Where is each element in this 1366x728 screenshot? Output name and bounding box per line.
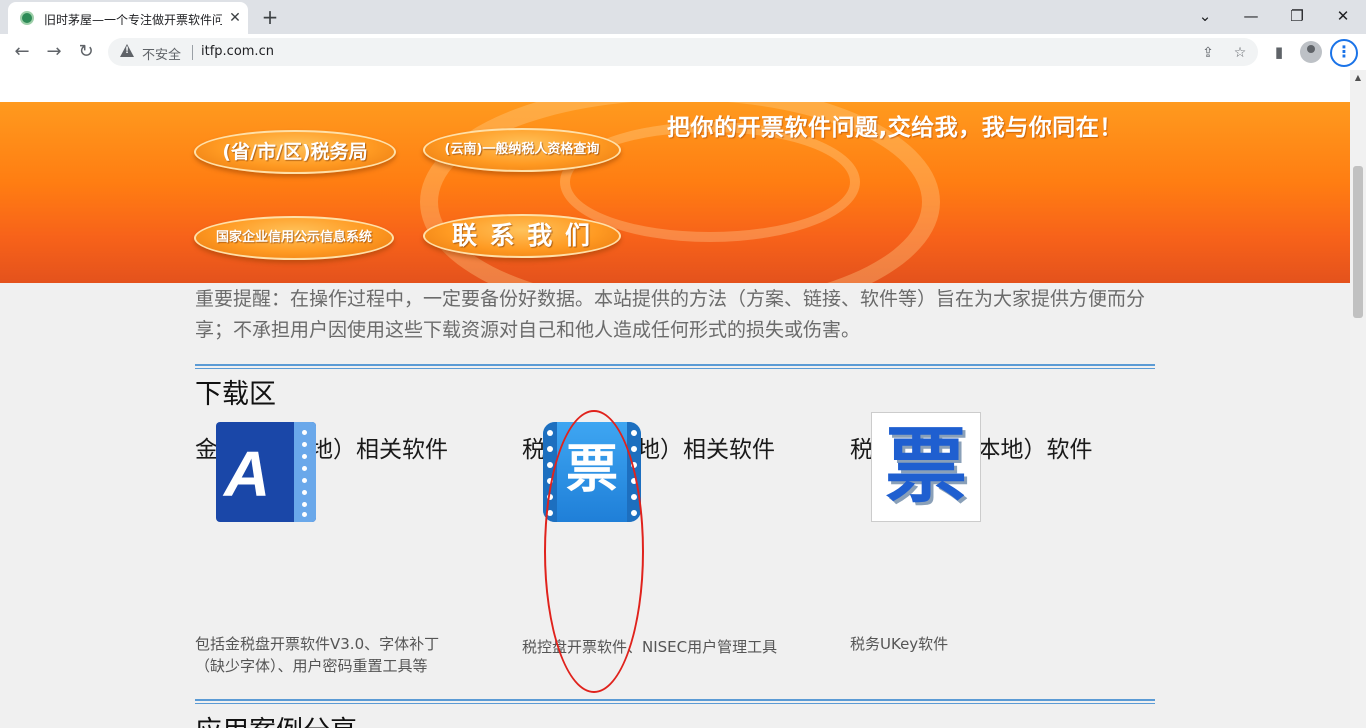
download-section-title: 下载区 bbox=[195, 379, 276, 410]
credit-info-link[interactable]: 国家企业信用公示信息系统 bbox=[194, 216, 394, 260]
scroll-up-arrow-icon[interactable]: ▲ bbox=[1350, 70, 1366, 86]
minimize-button[interactable]: — bbox=[1228, 2, 1274, 30]
tab-search-icon[interactable]: ⌄ bbox=[1182, 2, 1228, 30]
back-button[interactable]: ← bbox=[9, 39, 35, 65]
omnibox-separator bbox=[192, 45, 193, 60]
golden-tax-letter: A bbox=[224, 438, 271, 510]
tab-title: 旧时茅屋—一个专注做开票软件问题的网站 bbox=[44, 13, 222, 27]
header-banner: 把你的开票软件问题,交给我，我与你同在！ (省/市/区)税务局 (云南)一般纳税… bbox=[0, 102, 1350, 283]
forward-button[interactable]: → bbox=[41, 39, 67, 65]
address-bar[interactable]: 不安全 itfp.com.cn ⇪ ☆ bbox=[108, 38, 1258, 66]
icon-film-strip bbox=[294, 422, 316, 522]
reload-button[interactable]: ↻ bbox=[73, 39, 99, 65]
new-tab-button[interactable]: + bbox=[258, 5, 282, 29]
section-divider-2 bbox=[195, 699, 1155, 704]
tax-bureau-link[interactable]: (省/市/区)税务局 bbox=[194, 130, 396, 174]
page-scrollbar[interactable]: ▲ bbox=[1350, 70, 1366, 728]
side-panel-icon[interactable]: ▮ bbox=[1266, 39, 1292, 65]
tax-control-glyph: 票 bbox=[565, 440, 618, 500]
site-favicon-icon bbox=[20, 11, 34, 25]
page-viewport: 把你的开票软件问题,交给我，我与你同在！ (省/市/区)税务局 (云南)一般纳税… bbox=[0, 70, 1350, 728]
tax-ukey-icon[interactable]: 票 bbox=[871, 412, 981, 522]
profile-avatar[interactable] bbox=[1300, 41, 1322, 63]
scroll-thumb[interactable] bbox=[1353, 166, 1363, 318]
icon-film-strip-left bbox=[543, 422, 557, 522]
restore-button[interactable]: ❐ bbox=[1274, 2, 1320, 30]
bookmark-star-icon[interactable]: ☆ bbox=[1230, 43, 1250, 63]
url-text[interactable]: itfp.com.cn bbox=[201, 44, 274, 59]
share-icon[interactable]: ⇪ bbox=[1198, 43, 1218, 63]
browser-toolbar: ← → ↻ 不安全 itfp.com.cn ⇪ ☆ ▮ ⋮ bbox=[0, 34, 1366, 70]
taxpayer-query-link[interactable]: (云南)一般纳税人资格查询 bbox=[423, 128, 621, 172]
security-label[interactable]: 不安全 bbox=[142, 44, 181, 63]
tab-strip: 旧时茅屋—一个专注做开票软件问题的网站 ✕ + ⌄ — ❐ ✕ bbox=[0, 0, 1366, 34]
golden-tax-disk-description: 包括金税盘开票软件V3.0、字体补丁（缺少字体）、用户密码重置工具等 bbox=[195, 635, 440, 675]
contact-us-link[interactable]: 联 系 我 们 bbox=[423, 214, 621, 258]
important-notice: 重要提醒：在操作过程中，一定要备份好数据。本站提供的方法（方案、链接、软件等）旨… bbox=[195, 288, 1146, 341]
page-top-strip bbox=[0, 70, 1350, 102]
icon-film-strip-right bbox=[627, 422, 641, 522]
tab-close-icon[interactable]: ✕ bbox=[226, 9, 244, 27]
section-divider bbox=[195, 364, 1155, 369]
tax-control-disk-icon[interactable]: 票 bbox=[543, 422, 641, 522]
browser-menu-icon[interactable]: ⋮ bbox=[1330, 39, 1358, 67]
not-secure-warning-icon[interactable] bbox=[120, 44, 134, 57]
close-window-button[interactable]: ✕ bbox=[1320, 2, 1366, 30]
banner-slogan: 把你的开票软件问题,交给我，我与你同在！ bbox=[667, 115, 1123, 141]
golden-tax-disk-icon[interactable]: A bbox=[216, 422, 316, 522]
tax-ukey-description: 税务UKey软件 bbox=[850, 635, 949, 653]
tax-ukey-glyph: 票 bbox=[884, 419, 967, 514]
tax-control-disk-description: 税控盘开票软件、NISEC用户管理工具 bbox=[522, 638, 778, 656]
browser-tab[interactable]: 旧时茅屋—一个专注做开票软件问题的网站 ✕ bbox=[8, 2, 248, 34]
next-section-title: 应用案例分享 bbox=[195, 712, 357, 728]
